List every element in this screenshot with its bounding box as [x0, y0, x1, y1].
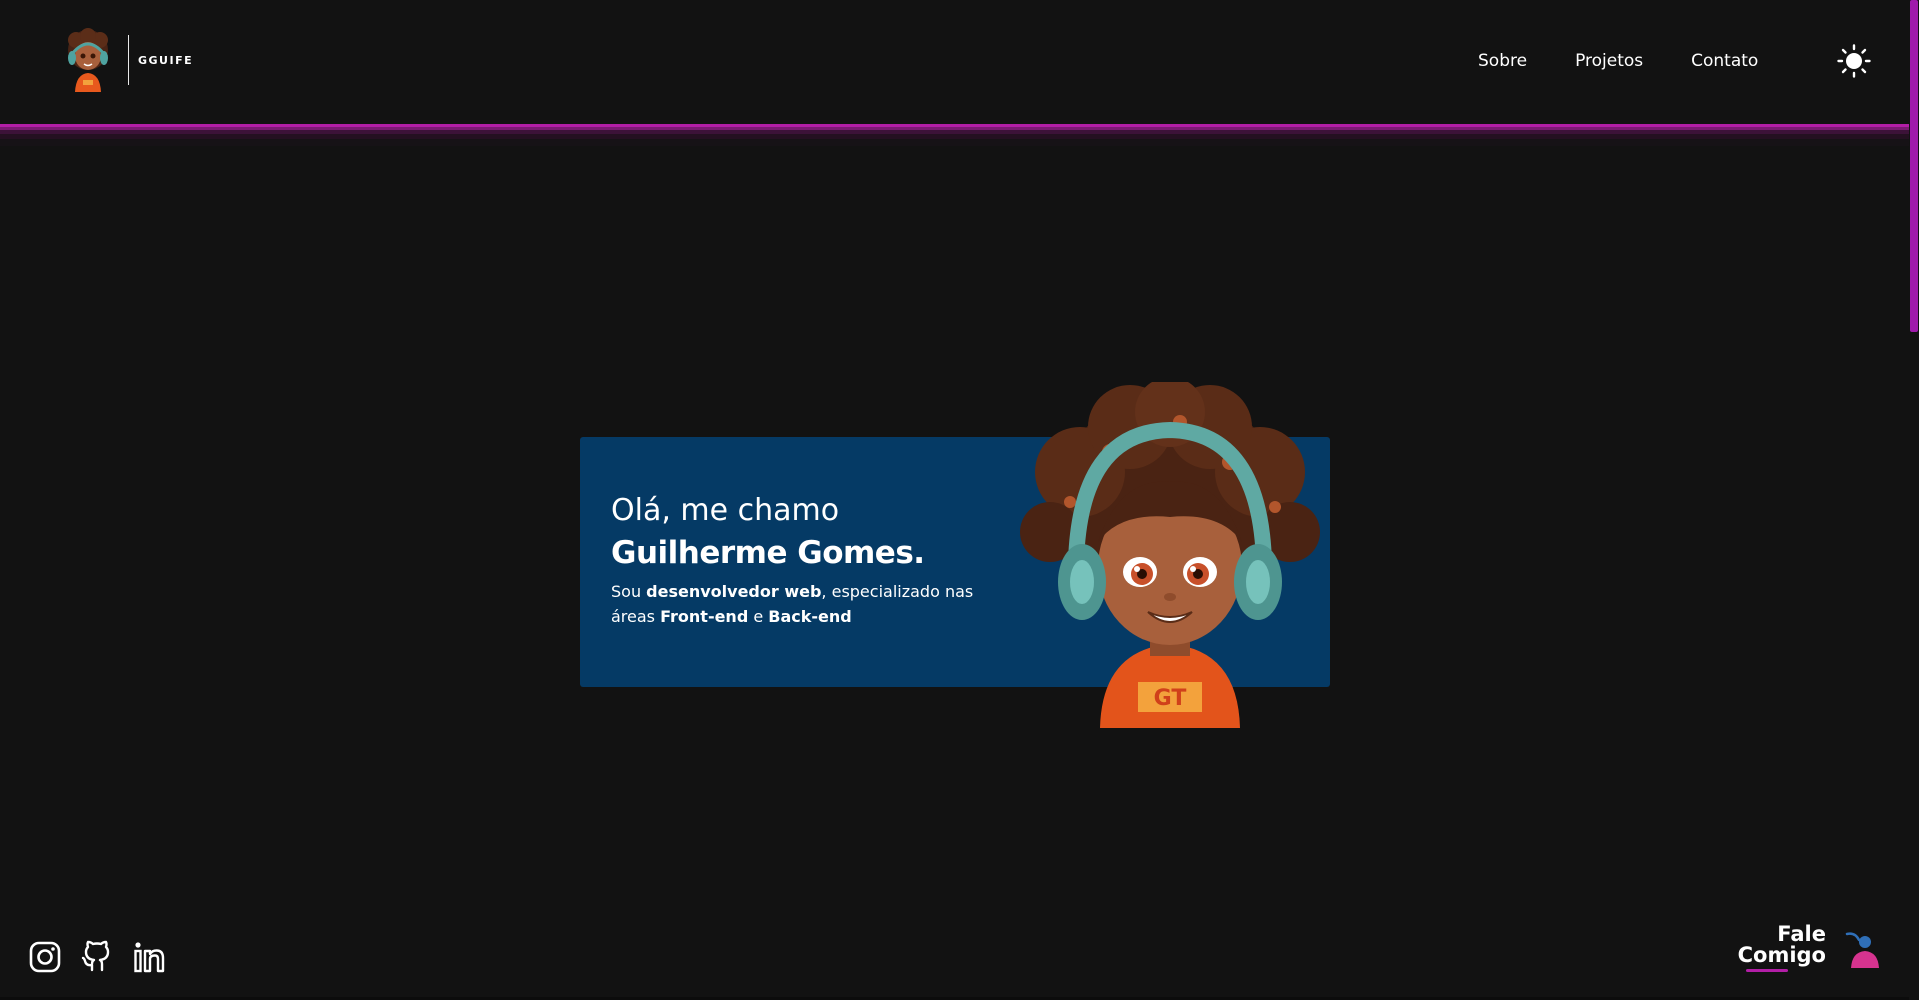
cta-line2: Comigo: [1737, 943, 1826, 967]
logo-avatar-icon: [68, 28, 108, 92]
github-icon[interactable]: [80, 940, 114, 974]
nav-link-contato[interactable]: Contato: [1691, 48, 1758, 74]
page-scrollbar[interactable]: [1909, 0, 1919, 1000]
intro-role: desenvolvedor web: [646, 582, 822, 601]
hero-intro: Sou desenvolvedor web, especializado nas…: [611, 579, 1001, 629]
cta-underline: [1746, 969, 1788, 972]
brand-divider: [128, 35, 129, 85]
svg-text:GT: GT: [1154, 686, 1187, 711]
cta-line1: Fale: [1777, 922, 1826, 946]
brand-logo[interactable]: GGUIFE: [58, 28, 193, 92]
nav-link-sobre[interactable]: Sobre: [1478, 48, 1527, 74]
intro-back: Back-end: [768, 607, 852, 626]
nav-link-projetos[interactable]: Projetos: [1575, 48, 1643, 74]
brand-name: GGUIFE: [138, 53, 194, 67]
intro-conj: e: [748, 607, 769, 626]
person-contact-icon: [1845, 932, 1879, 968]
sun-icon[interactable]: [1837, 44, 1871, 78]
site-header: GGUIFE Sobre Projetos Contato: [0, 0, 1909, 124]
hero-avatar-illustration: GT: [1020, 382, 1320, 728]
linkedin-icon[interactable]: [132, 940, 166, 974]
main-nav: Sobre Projetos Contato: [1478, 48, 1758, 74]
fale-comigo-button[interactable]: Fale Comigo: [1738, 924, 1883, 974]
hero-text: Olá, me chamo Guilherme Gomes. Sou desen…: [611, 491, 1001, 629]
header-accent-bar: [0, 124, 1909, 146]
hero-greeting: Olá, me chamo: [611, 493, 840, 528]
hero-name: Guilherme Gomes.: [611, 535, 925, 571]
social-links: [28, 940, 184, 974]
scrollbar-thumb[interactable]: [1910, 0, 1918, 332]
fale-comigo-label: Fale Comigo: [1738, 924, 1826, 966]
instagram-icon[interactable]: [28, 940, 62, 974]
intro-front: Front-end: [660, 607, 749, 626]
intro-prefix: Sou: [611, 582, 647, 601]
